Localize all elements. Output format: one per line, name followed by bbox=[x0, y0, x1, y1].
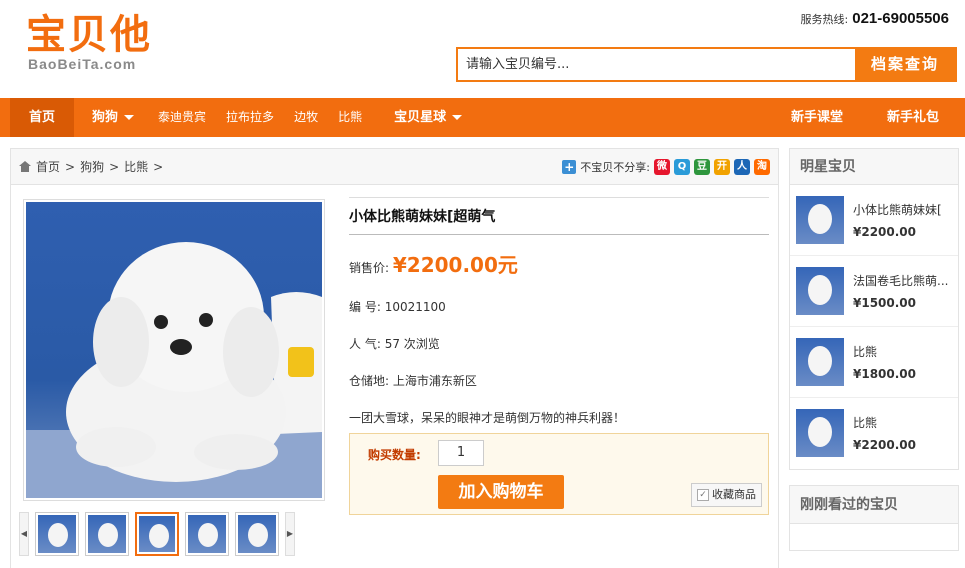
qzone-icon[interactable]: Q bbox=[674, 158, 690, 175]
thumbnail-strip: ◀ ▶ bbox=[19, 511, 329, 557]
list-item-price: ¥2200.00 bbox=[853, 225, 917, 239]
nav-dogs[interactable]: 狗狗 bbox=[82, 98, 144, 137]
renren-icon[interactable]: 人 bbox=[734, 158, 750, 175]
nav-border-collie[interactable]: 边牧 bbox=[284, 98, 328, 137]
list-item-price: ¥1500.00 bbox=[853, 296, 917, 310]
list-item-name[interactable]: 小体比熊萌妹妹[ bbox=[853, 201, 953, 218]
product-location: 上海市浦东新区 bbox=[392, 374, 477, 388]
breadcrumb-home[interactable]: 首页 bbox=[36, 158, 60, 175]
location-row: 仓储地: 上海市浦东新区 bbox=[349, 372, 769, 389]
sidebar-title: 明星宝贝 bbox=[790, 149, 958, 185]
thumbnail[interactable] bbox=[185, 512, 229, 556]
price-label: 销售价: bbox=[349, 261, 390, 275]
nav-teddy[interactable]: 泰迪贵宾 bbox=[148, 98, 216, 137]
site-logo[interactable]: 宝贝他 BaoBeiTa.com bbox=[26, 12, 191, 82]
recently-viewed-title: 刚刚看过的宝贝 bbox=[790, 486, 958, 524]
service-hotline: 服务热线: 021-69005506 bbox=[801, 10, 949, 27]
share-bar: + 不宝贝不分享: 微 Q 豆 开 人 淘 bbox=[562, 158, 770, 175]
hotline-label: 服务热线: bbox=[800, 13, 849, 26]
purchase-box: 购买数量: 1 加入购物车 ✓ 收藏商品 bbox=[349, 433, 769, 515]
recently-viewed-panel: 刚刚看过的宝贝 bbox=[789, 485, 959, 551]
bookmark-icon: ✓ bbox=[697, 489, 709, 501]
dog-photo bbox=[26, 202, 322, 498]
nav-home[interactable]: 首页 bbox=[10, 98, 75, 137]
product-code: 10021100 bbox=[384, 300, 446, 314]
search-bar: 请输入宝贝编号... 档案查询 bbox=[456, 47, 957, 82]
list-item-price: ¥1800.00 bbox=[853, 367, 917, 381]
product-thumbnail[interactable] bbox=[796, 409, 844, 457]
product-thumbnail[interactable] bbox=[796, 338, 844, 386]
chevron-down-icon bbox=[124, 115, 135, 120]
views-label: 人 气: bbox=[349, 337, 381, 351]
taobao-icon[interactable]: 淘 bbox=[754, 158, 770, 175]
product-panel: 首页 > 狗狗 > 比熊 > + 不宝贝不分享: 微 Q 豆 开 人 淘 ◀ ▶… bbox=[10, 148, 779, 568]
list-item-name[interactable]: 法国卷毛比熊萌... bbox=[853, 272, 953, 289]
product-main-image[interactable] bbox=[23, 199, 325, 501]
search-input[interactable]: 请输入宝贝编号... bbox=[458, 49, 855, 80]
logo-subtext: BaoBeiTa.com bbox=[28, 56, 137, 72]
list-item-name[interactable]: 比熊 bbox=[853, 414, 953, 431]
thumbnail[interactable] bbox=[85, 512, 129, 556]
product-thumbnail[interactable] bbox=[796, 196, 844, 244]
kaixin-icon[interactable]: 开 bbox=[714, 158, 730, 175]
thumbnail[interactable] bbox=[35, 512, 79, 556]
list-item[interactable]: 比熊 ¥1800.00 bbox=[790, 327, 958, 398]
nav-labrador[interactable]: 拉布拉多 bbox=[216, 98, 284, 137]
search-button[interactable]: 档案查询 bbox=[855, 49, 955, 80]
thumbnail[interactable] bbox=[235, 512, 279, 556]
product-views: 57 次浏览 bbox=[384, 337, 440, 351]
quantity-input[interactable]: 1 bbox=[438, 440, 484, 466]
thumbnail-selected[interactable] bbox=[135, 512, 179, 556]
list-item[interactable]: 法国卷毛比熊萌... ¥1500.00 bbox=[790, 256, 958, 327]
breadcrumb-dogs[interactable]: 狗狗 bbox=[80, 158, 104, 175]
breadcrumb-bichon[interactable]: 比熊 bbox=[124, 158, 148, 175]
code-label: 编 号: bbox=[349, 300, 381, 314]
list-item-name[interactable]: 比熊 bbox=[853, 343, 953, 360]
product-info: 小体比熊萌妹妹[超萌气 销售价: ¥2200.00元 编 号: 10021100… bbox=[349, 197, 769, 426]
breadcrumb: 首页 > 狗狗 > 比熊 > bbox=[19, 158, 163, 175]
nav-beginner-gift[interactable]: 新手礼包 bbox=[867, 98, 965, 137]
logo-text: 宝贝他 bbox=[26, 12, 152, 58]
list-item[interactable]: 比熊 ¥2200.00 bbox=[790, 398, 958, 469]
code-row: 编 号: 10021100 bbox=[349, 298, 769, 315]
weibo-icon[interactable]: 微 bbox=[654, 158, 670, 175]
product-price: ¥2200.00元 bbox=[392, 253, 518, 277]
location-label: 仓储地: bbox=[349, 374, 390, 388]
hotline-number: 021-69005506 bbox=[852, 10, 949, 27]
views-row: 人 气: 57 次浏览 bbox=[349, 335, 769, 352]
product-description: 一团大雪球，呆呆的眼神才是萌倒万物的神兵利器！ bbox=[349, 411, 626, 425]
thumb-next-arrow[interactable]: ▶ bbox=[285, 512, 295, 556]
product-thumbnail[interactable] bbox=[796, 267, 844, 315]
price-row: 销售价: ¥2200.00元 bbox=[349, 249, 769, 278]
nav-planet[interactable]: 宝贝星球 bbox=[384, 98, 472, 137]
favorite-button[interactable]: ✓ 收藏商品 bbox=[691, 483, 762, 507]
quantity-label: 购买数量: bbox=[368, 448, 421, 462]
product-title: 小体比熊萌妹妹[超萌气 bbox=[349, 197, 769, 235]
home-icon bbox=[19, 161, 31, 172]
nav-bichon[interactable]: 比熊 bbox=[328, 98, 372, 137]
main-nav: 首页 狗狗 泰迪贵宾 拉布拉多 边牧 比熊 宝贝星球 新手课堂 新手礼包 bbox=[0, 98, 965, 137]
dog-illustration bbox=[26, 242, 322, 498]
star-products-sidebar: 明星宝贝 小体比熊萌妹妹[ ¥2200.00 法国卷毛比熊萌... ¥1500.… bbox=[789, 148, 959, 470]
breadcrumb-bar: 首页 > 狗狗 > 比熊 > + 不宝贝不分享: 微 Q 豆 开 人 淘 bbox=[11, 149, 778, 185]
list-item[interactable]: 小体比熊萌妹妹[ ¥2200.00 bbox=[790, 185, 958, 256]
nav-beginner-class[interactable]: 新手课堂 bbox=[767, 98, 867, 137]
favorite-label: 收藏商品 bbox=[712, 488, 756, 501]
thumb-prev-arrow[interactable]: ◀ bbox=[19, 512, 29, 556]
share-label: 不宝贝不分享: bbox=[580, 160, 650, 174]
chevron-down-icon bbox=[452, 115, 463, 120]
add-to-cart-button[interactable]: 加入购物车 bbox=[438, 475, 564, 509]
list-item-price: ¥2200.00 bbox=[853, 438, 917, 452]
plus-icon[interactable]: + bbox=[562, 159, 577, 174]
douban-icon[interactable]: 豆 bbox=[694, 158, 710, 175]
